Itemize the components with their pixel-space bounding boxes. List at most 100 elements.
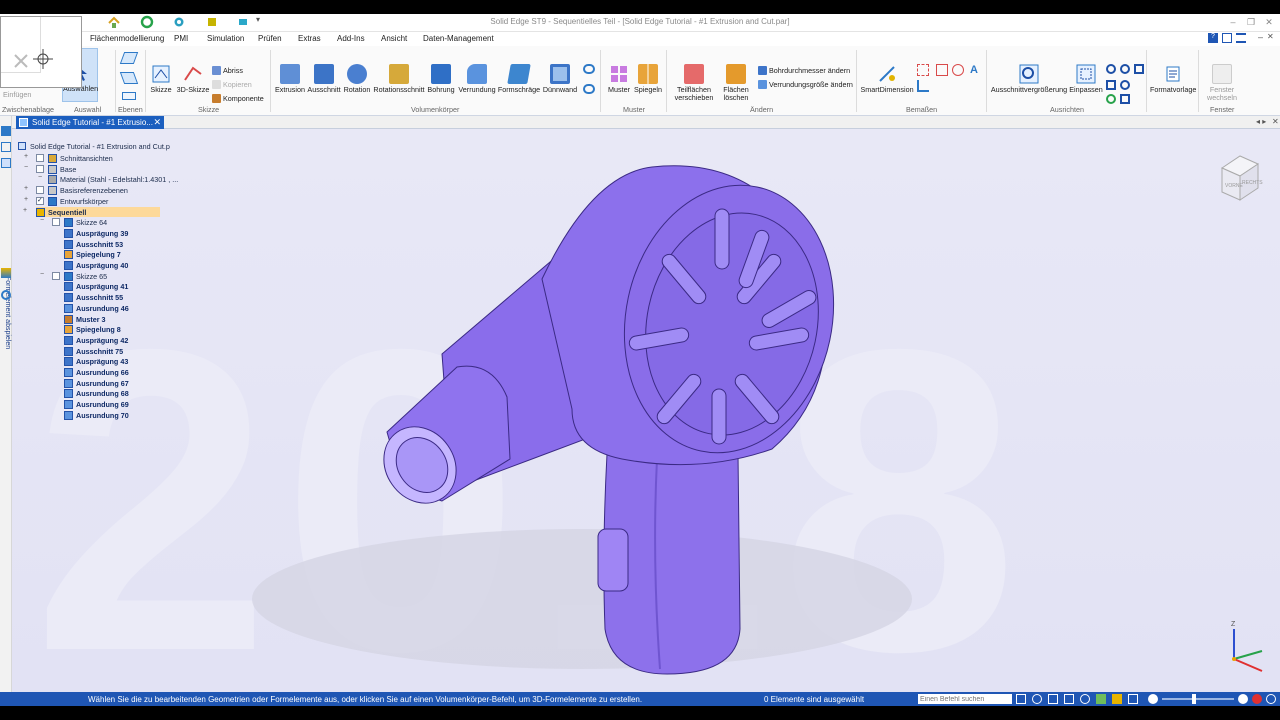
feature-library-icon[interactable]	[1, 158, 11, 168]
expand-icon[interactable]: −	[24, 164, 28, 171]
draft-button[interactable]: Formschräge	[497, 64, 541, 94]
help-status-icon[interactable]	[1266, 694, 1276, 704]
tab-view[interactable]: Ansicht	[381, 34, 407, 43]
expand-icon[interactable]: −	[40, 217, 44, 224]
plane-angled-icon[interactable]	[119, 72, 139, 84]
delete-faces-button[interactable]: Flächen löschen	[718, 64, 754, 102]
component-button[interactable]: Komponente	[212, 94, 264, 103]
doc-minimize-icon[interactable]: –	[1258, 32, 1263, 42]
tree-sequential[interactable]: + Sequentiell	[23, 206, 160, 217]
zoom-out-status-icon[interactable]	[1148, 694, 1158, 704]
tab-data-management[interactable]: Daten-Management	[423, 34, 494, 43]
projection-button[interactable]: Abriss	[212, 66, 243, 75]
render-status-icon[interactable]	[1112, 694, 1122, 704]
plane-icon[interactable]	[119, 52, 139, 64]
command-search-input[interactable]	[918, 694, 1012, 704]
tree-root[interactable]: Solid Edge Tutorial - #1 Extrusion and C…	[18, 142, 170, 151]
more-solids-icon[interactable]	[583, 64, 595, 74]
expand-icon[interactable]: −	[40, 271, 44, 278]
more-solids-2-icon[interactable]	[583, 84, 595, 94]
tab-close-icon[interactable]: ✕	[153, 116, 161, 129]
previous-view-icon[interactable]	[1120, 94, 1130, 104]
coordinate-dimension-icon[interactable]	[936, 64, 948, 76]
visibility-checkbox[interactable]	[36, 154, 44, 162]
round-button[interactable]: Verrundung	[457, 64, 497, 94]
pattern-button[interactable]: Muster	[606, 64, 632, 94]
radial-dimension-icon[interactable]	[952, 64, 964, 76]
visibility-checkbox[interactable]	[52, 218, 60, 227]
help-icon[interactable]: ?	[1208, 33, 1218, 43]
tab-tools[interactable]: Extras	[298, 34, 321, 43]
expand-icon[interactable]: +	[24, 153, 28, 160]
style-status-icon[interactable]	[1128, 694, 1138, 704]
close-icon[interactable]: ✕	[1262, 16, 1276, 28]
tab-surfacing[interactable]: Flächenmodellierung	[90, 34, 164, 43]
visibility-checkbox[interactable]: ✓	[36, 196, 44, 205]
angle-dimension-icon[interactable]	[917, 80, 929, 92]
family-icon[interactable]	[1, 268, 11, 278]
extrusion-button[interactable]: Extrusion	[274, 64, 306, 94]
graphics-viewport[interactable]: 2018 VORNE RECHTS Z Solid Edge Tutorial …	[12, 129, 1280, 704]
dimension-tool-icon[interactable]	[917, 64, 929, 76]
tab-list-close-icon[interactable]: ✕	[1272, 117, 1279, 126]
pan-status-icon[interactable]	[1064, 694, 1074, 704]
zoom-in-status-icon[interactable]	[1238, 694, 1248, 704]
zoom-status-icon[interactable]	[1032, 694, 1042, 704]
layers-icon[interactable]	[1, 142, 11, 152]
expand-icon[interactable]: +	[24, 196, 28, 203]
tab-inspect[interactable]: Prüfen	[258, 34, 282, 43]
tab-pmi[interactable]: PMI	[174, 34, 188, 43]
paste-button[interactable]: Einfügen	[3, 90, 31, 99]
visibility-checkbox[interactable]	[52, 271, 60, 280]
list-icon[interactable]	[1236, 33, 1246, 43]
spin-icon[interactable]	[1106, 94, 1116, 104]
rotate-status-icon[interactable]	[1080, 694, 1090, 704]
tab-addins[interactable]: Add-Ins	[337, 34, 365, 43]
view-status-icon[interactable]	[1096, 694, 1106, 704]
move-faces-button[interactable]: Teilflächen verschieben	[670, 64, 718, 102]
view-icon[interactable]	[1134, 64, 1144, 74]
smart-dimension-button[interactable]: SmartDimension	[860, 64, 914, 94]
sensor-icon[interactable]	[1, 290, 11, 300]
view-cube[interactable]: VORNE RECHTS	[1220, 155, 1263, 201]
zoom-area-button[interactable]: Ausschnittvergrößerung	[990, 64, 1068, 94]
round-size-button[interactable]: Verrundungsgröße ändern	[758, 80, 853, 89]
revolve-button[interactable]: Rotation	[342, 64, 372, 94]
rotate-icon[interactable]	[1120, 80, 1130, 90]
text-tool-icon[interactable]: A	[970, 64, 978, 76]
hole-diameter-button[interactable]: Bohrdurchmesser ändern	[758, 66, 850, 75]
layout-icon[interactable]	[1222, 33, 1232, 43]
pathfinder-icon[interactable]	[1, 126, 11, 136]
document-tab[interactable]: Solid Edge Tutorial - #1 Extrusio... ✕	[16, 116, 164, 129]
expand-icon[interactable]: −	[38, 174, 42, 181]
copy-button[interactable]: Kopieren	[212, 80, 252, 89]
visibility-checkbox[interactable]	[36, 164, 44, 173]
restore-icon[interactable]: ❐	[1244, 16, 1258, 28]
doc-close-icon[interactable]: ✕	[1267, 32, 1274, 41]
search-icon[interactable]	[1016, 694, 1026, 704]
expand-icon[interactable]: +	[23, 207, 27, 214]
visibility-checkbox[interactable]	[36, 186, 44, 195]
switch-window-button[interactable]: Fenster wechseln	[1200, 64, 1244, 102]
minimize-icon[interactable]: –	[1226, 16, 1240, 28]
style-button[interactable]: Formatvorlage	[1150, 64, 1196, 94]
thin-wall-button[interactable]: Dünnwand	[541, 64, 579, 94]
zoom-icon[interactable]	[1106, 64, 1116, 74]
zoom-slider[interactable]	[1162, 694, 1234, 704]
sketch3d-button[interactable]: 3D-Skizze	[176, 64, 210, 94]
revolve-cut-button[interactable]: Rotationsschnitt	[373, 64, 425, 94]
pan-icon[interactable]	[1120, 64, 1130, 74]
tab-scroll-icon[interactable]: ◂ ▸	[1256, 117, 1266, 126]
plane-offset-icon[interactable]	[122, 92, 136, 100]
record-icon[interactable]	[1252, 694, 1262, 704]
revolve-cut-label: Rotationsschnitt	[373, 85, 425, 94]
hole-button[interactable]: Bohrung	[426, 64, 456, 94]
expand-icon[interactable]: +	[24, 185, 28, 192]
mirror-button[interactable]: Spiegeln	[634, 64, 662, 94]
sketch-button[interactable]: Skizze	[148, 64, 174, 94]
fit-button[interactable]: Einpassen	[1068, 64, 1104, 94]
cut-button[interactable]: Ausschnitt	[307, 64, 341, 94]
zoom-out-icon[interactable]	[1106, 80, 1116, 90]
fit-status-icon[interactable]	[1048, 694, 1058, 704]
tab-simulation[interactable]: Simulation	[207, 34, 244, 43]
